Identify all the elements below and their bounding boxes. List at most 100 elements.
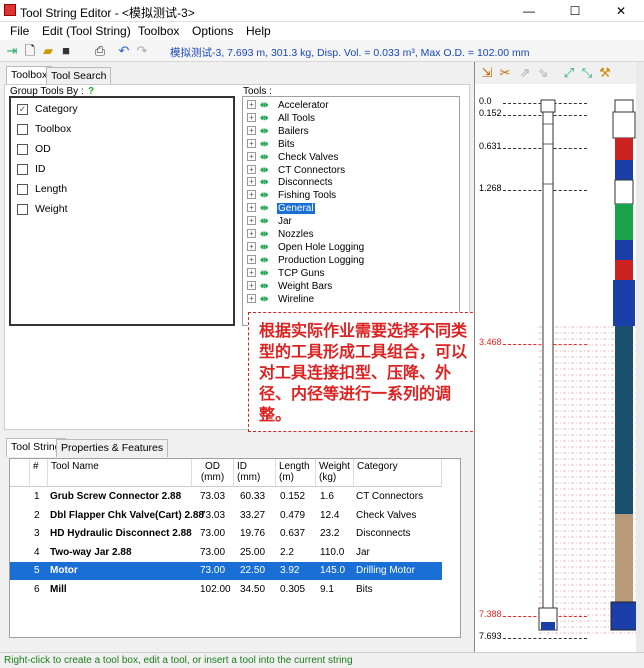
table-cell: 4 (34, 546, 40, 558)
menu-bar: File Edit (Tool String) Toolbox Options … (0, 22, 644, 40)
table-row[interactable]: 5 Motor 73.00 22.50 3.92 145.0 Drilling Motor (10, 562, 442, 580)
expand-icon[interactable]: + (247, 138, 256, 148)
expand-icon[interactable]: + (247, 280, 256, 290)
print-icon[interactable]: ⎙ (92, 43, 108, 59)
save-icon[interactable]: ■ (58, 43, 74, 59)
tool-3d[interactable] (615, 260, 633, 280)
new-string-icon[interactable]: ⇥ (4, 43, 20, 59)
tool-3d[interactable] (615, 240, 633, 260)
expand-icon[interactable]: + (247, 125, 256, 135)
checkbox[interactable] (17, 204, 28, 215)
tree-item-label: Disconnects (278, 177, 333, 189)
checkbox[interactable] (17, 144, 28, 155)
menu-options[interactable]: Options (192, 24, 233, 38)
tab-tool-search[interactable]: Tool Search (46, 67, 112, 85)
menu-file[interactable]: File (10, 24, 29, 38)
expand-icon[interactable]: + (247, 267, 256, 277)
string-summary: 模拟测试-3, 7.693 m, 301.3 kg, Disp. Vol. = … (170, 47, 530, 59)
motor-3d-lower[interactable] (615, 514, 633, 602)
minimize-button[interactable]: — (506, 0, 552, 22)
expand-icon[interactable]: + (247, 100, 256, 109)
table-cell: 0.152 (280, 491, 306, 502)
tool-3d[interactable] (614, 179, 634, 205)
expand-icon[interactable]: + (247, 164, 256, 174)
tool-3d[interactable] (615, 138, 633, 160)
table-cell: Drilling Motor (356, 565, 415, 576)
table-cell: 60.33 (240, 491, 266, 502)
column-header[interactable]: Tool Name (48, 459, 192, 487)
table-cell: 12.4 (320, 509, 340, 521)
redo-icon[interactable]: ↷ (134, 43, 150, 59)
app-icon (4, 4, 16, 16)
table-cell: 3 (34, 528, 40, 539)
menu-help[interactable]: Help (246, 24, 271, 38)
expand-icon[interactable]: + (247, 241, 256, 251)
move-up-icon[interactable]: ⇗ (517, 65, 533, 81)
maximize-button[interactable]: ☐ (552, 0, 598, 22)
undo-icon[interactable]: ↶ (116, 43, 132, 59)
open-folder-icon[interactable]: ▰ (40, 43, 56, 59)
table-cell: Grub Screw Connector 2.88 (50, 491, 182, 502)
expand-icon[interactable]: + (247, 112, 256, 122)
tool-3d[interactable] (615, 204, 633, 240)
table-cell: Mill (50, 583, 67, 595)
tool-outline[interactable] (542, 111, 554, 613)
column-header[interactable]: OD (mm) (192, 459, 234, 487)
wrench-icon[interactable]: ⚒ (597, 65, 613, 81)
tool-3d[interactable] (614, 99, 634, 113)
tree-item-label: CT Connectors (278, 164, 346, 176)
tab-properties-features[interactable]: Properties & Features (56, 439, 169, 457)
column-header[interactable]: # (30, 459, 48, 487)
insert-tool-icon[interactable]: ⇲ (479, 65, 495, 81)
toolbar: ⇥ 🗋 ▰ ■ ⎙ ↶ ↷ 模拟测试-3, 7.693 m, 301.3 kg,… (0, 40, 644, 62)
zoom-out-icon[interactable]: ⤡ (579, 65, 595, 81)
move-down-icon[interactable]: ⇘ (535, 65, 551, 81)
expand-icon[interactable]: + (247, 151, 256, 161)
close-button[interactable]: ✕ (598, 0, 644, 22)
tool-3d[interactable] (613, 280, 635, 326)
tool-3d[interactable] (615, 160, 633, 180)
table-cell: 22.50 (240, 565, 266, 576)
checkbox[interactable] (17, 124, 28, 135)
tool-outline[interactable] (540, 99, 556, 113)
table-cell: 1.6 (320, 491, 334, 502)
expand-icon[interactable]: + (247, 203, 256, 213)
table-cell: 6 (34, 583, 40, 595)
table-row[interactable]: 1 Grub Screw Connector 2.88 73.03 60.33 0.15… (10, 488, 442, 506)
column-header[interactable]: Weight (kg) (316, 459, 354, 487)
checkbox[interactable] (17, 164, 28, 175)
checkbox[interactable]: ✓ (17, 104, 28, 115)
delete-tool-icon[interactable]: ✂ (497, 65, 513, 81)
zoom-in-icon[interactable]: ⤢ (561, 65, 577, 81)
table-cell: 2.2 (280, 546, 294, 558)
tree-item-label: Wireline (278, 293, 315, 305)
column-header[interactable]: ID (mm) (234, 459, 276, 487)
expand-icon[interactable]: + (247, 293, 256, 303)
tree-item-label: Accelerator (278, 100, 329, 111)
expand-icon[interactable]: + (247, 216, 256, 226)
checkbox[interactable] (17, 184, 28, 195)
table-row[interactable]: 6 Mill 102.00 34.50 0.305 9.1 Bits (10, 581, 442, 599)
expand-icon[interactable]: + (247, 177, 256, 187)
table-row[interactable]: 2 Dbl Flapper Chk Valve(Cart) 2.88 73.03 33… (10, 507, 442, 525)
vertical-scrollbar[interactable] (636, 62, 644, 652)
title-bar: Tool String Editor - <模拟测试-3> — ☐ ✕ (0, 0, 644, 22)
column-header[interactable]: Length (m) (276, 459, 316, 487)
table-row[interactable]: 4 Two-way Jar 2.88 73.00 25.00 2.2 110.0 Jar (10, 544, 442, 562)
expand-icon[interactable]: + (247, 229, 256, 238)
new-file-icon[interactable]: 🗋 (22, 43, 38, 59)
menu-edit[interactable]: Edit (Tool String) (42, 24, 131, 38)
table-cell: 2 (34, 509, 40, 521)
tool-3d[interactable] (612, 111, 636, 139)
expand-icon[interactable]: + (247, 190, 256, 200)
diagram-toolbar: ⇲ ✂ ⇗ ⇘ ⤢ ⤡ ⚒ (475, 62, 644, 84)
table-cell: Disconnects (356, 528, 411, 539)
table-row[interactable]: 3 HD Hydraulic Disconnect 2.88 73.00 19.76 0… (10, 525, 442, 543)
expand-icon[interactable]: + (247, 254, 256, 264)
mill-3d[interactable] (610, 601, 638, 631)
column-header[interactable]: Category (354, 459, 442, 487)
table-cell: 102.00 (200, 583, 231, 595)
table-cell: Bits (356, 583, 373, 595)
menu-toolbox[interactable]: Toolbox (138, 24, 179, 38)
table-cell: 73.00 (200, 546, 226, 558)
